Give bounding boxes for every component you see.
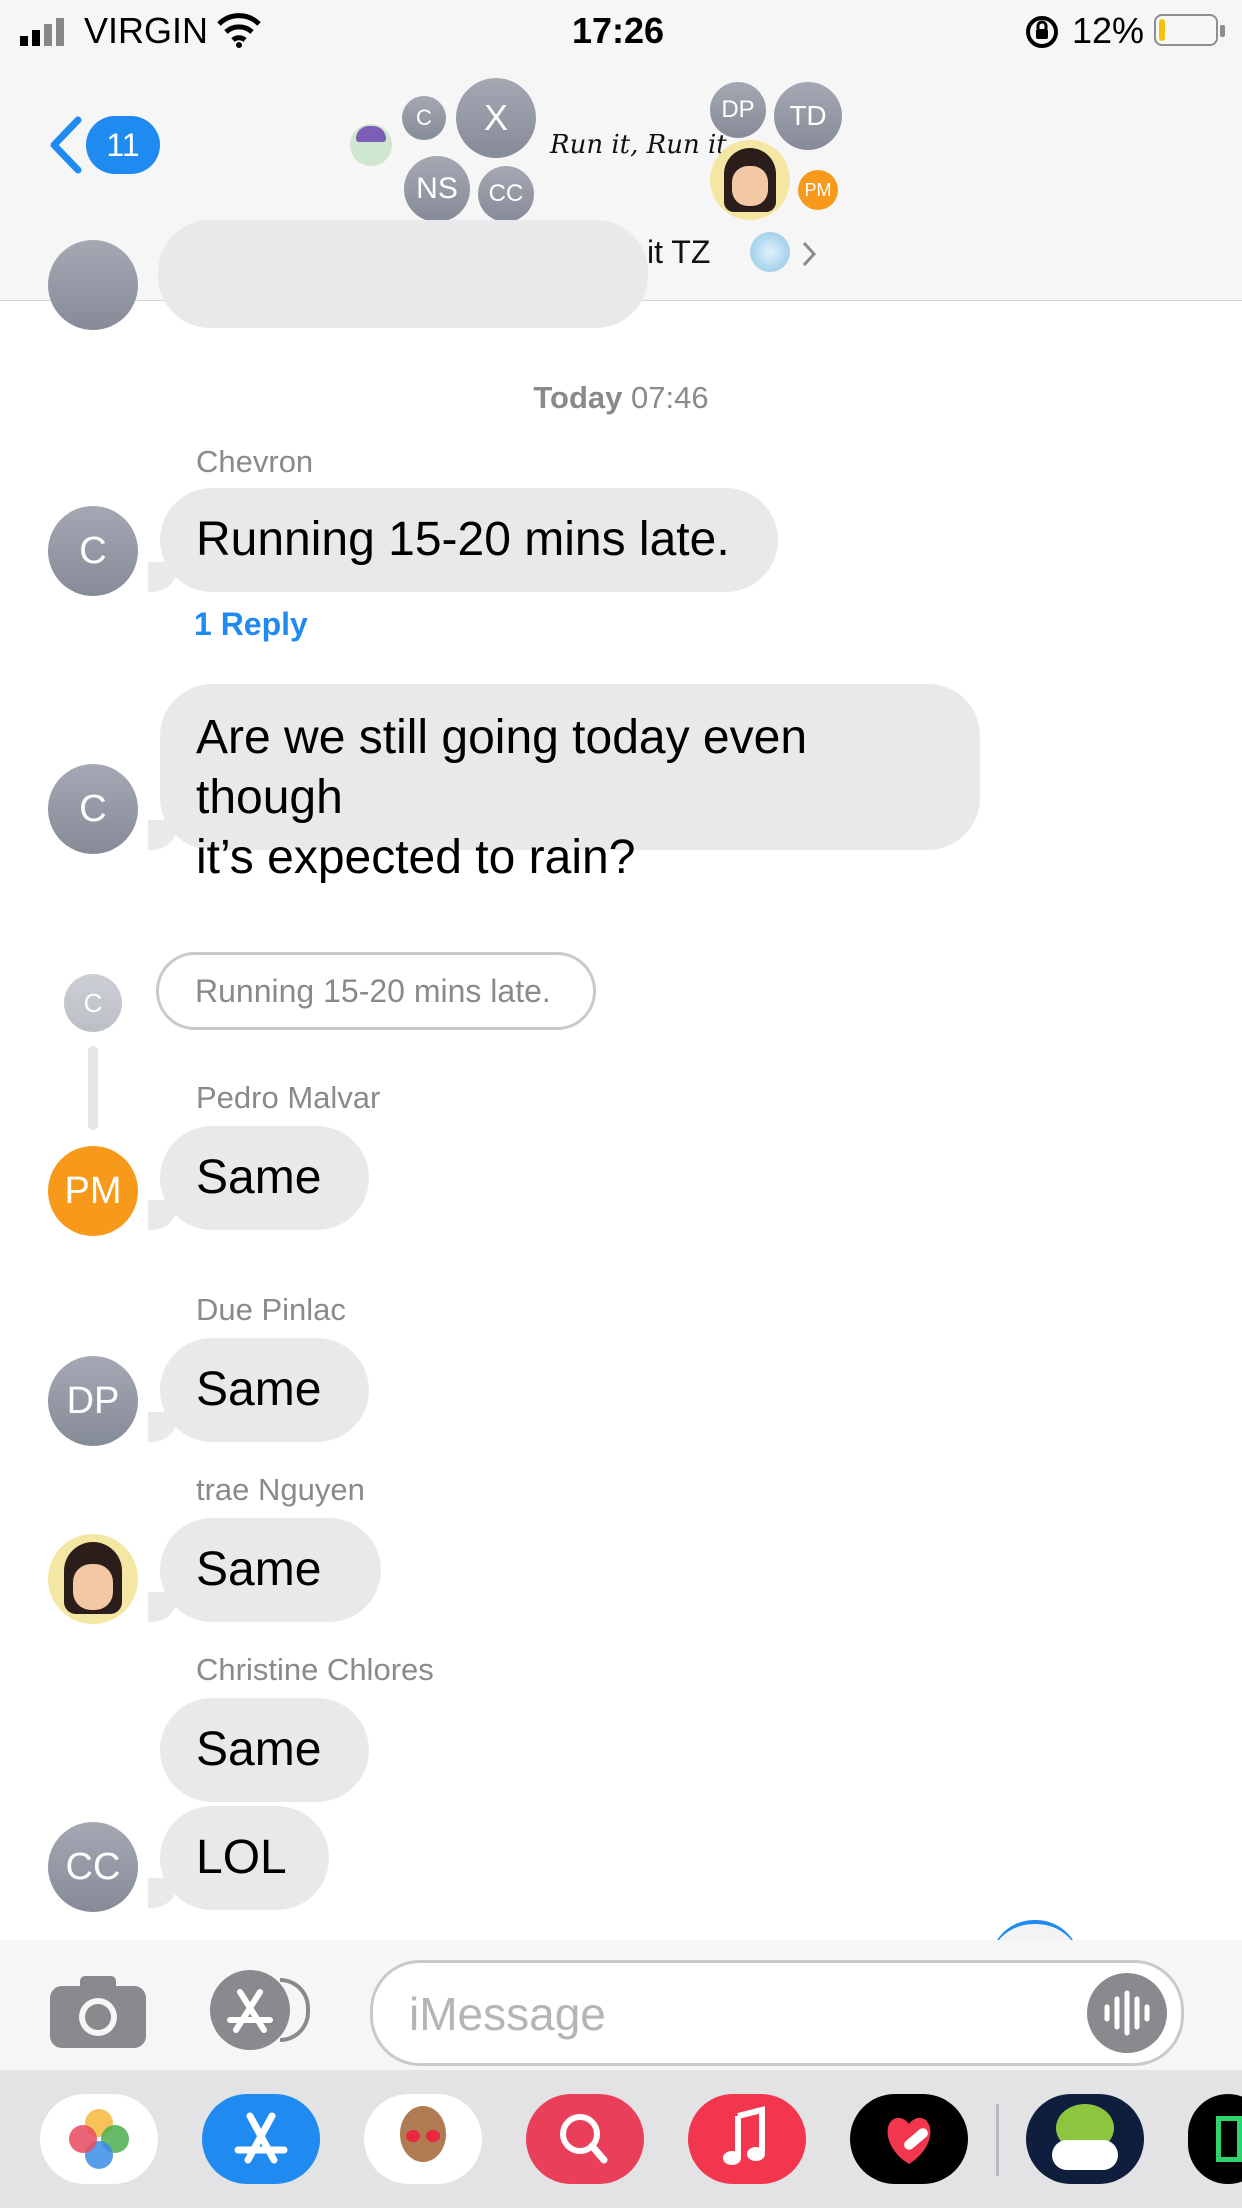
memoji-avatar-large (710, 140, 790, 220)
back-button[interactable]: 11 (46, 110, 166, 180)
heart-app-icon[interactable] (850, 2094, 968, 2184)
reply-link[interactable]: 1 Reply (194, 606, 308, 643)
avatar-pm[interactable]: PM (48, 1146, 138, 1236)
message-input[interactable]: iMessage (370, 1960, 1184, 2066)
avatar-c[interactable]: C (48, 506, 138, 596)
group-avatar-cluster[interactable]: C X NS CC Run it, Run it DP TD PM (350, 70, 850, 226)
timestamp-day: Today (533, 380, 623, 415)
camera-button[interactable] (50, 1974, 146, 2048)
app-store-app-icon[interactable] (202, 2094, 320, 2184)
camera-icon (50, 1976, 146, 2048)
battery-percent: 12% (1072, 10, 1145, 51)
message-text: Same (196, 1363, 322, 1416)
carrier-name: VIRGIN (84, 10, 209, 51)
timestamp: Today 07:46 (0, 380, 1242, 416)
message-bubble[interactable]: Same (160, 1338, 370, 1442)
imessage-app-drawer (0, 2070, 1242, 2208)
avatar-cc-small: CC (478, 166, 534, 222)
cyclist-helmet-icon (356, 126, 386, 142)
rotation-lock-icon (1024, 14, 1060, 55)
message-bubble[interactable]: Same (160, 1518, 382, 1622)
avatar-c-small: C (402, 96, 446, 140)
status-bar: VIRGIN 17:26 12% (0, 0, 1242, 66)
thread-line (88, 1046, 98, 1130)
wind-emoji-icon-2 (750, 232, 790, 272)
message-bubble[interactable]: Same (160, 1698, 370, 1802)
avatar-dp[interactable]: DP (48, 1356, 138, 1446)
avatar-c-2[interactable]: C (48, 764, 138, 854)
message-bubble[interactable]: Same (160, 1126, 370, 1230)
audio-message-button[interactable] (1087, 1973, 1167, 2053)
avatar-pm-small: PM (798, 170, 838, 210)
timestamp-time: 07:46 (631, 380, 709, 415)
quoted-bubble[interactable]: Running 15-20 mins late. (156, 952, 596, 1030)
group-logo-text: Run it, Run it (550, 130, 727, 160)
message-text: LOL (196, 1831, 287, 1884)
waveform-icon (1104, 1990, 1150, 2036)
photos-app-icon[interactable] (40, 2094, 158, 2184)
app-store-icon (210, 1970, 290, 2050)
message-thread: Today 07:46 Chevron C Running 15-20 mins… (0, 220, 1242, 1964)
sender-name: Pedro Malvar (196, 1080, 381, 1115)
wifi-icon (216, 12, 262, 53)
memoji-stickers-icon[interactable] (364, 2094, 482, 2184)
message-bubble[interactable]: Running 15-20 mins late. (160, 488, 778, 592)
unread-badge: 11 (86, 116, 160, 174)
message-text: Same (196, 1723, 322, 1776)
sender-name: Chevron (196, 444, 314, 479)
partial-bubble (158, 220, 648, 328)
sender-name: Due Pinlac (196, 1292, 346, 1327)
sender-name: Christine Chlores (196, 1652, 434, 1687)
message-input-placeholder: iMessage (409, 1988, 606, 2040)
apps-button[interactable] (210, 1970, 316, 2050)
quoted-text: Running 15-20 mins late. (195, 973, 551, 1009)
message-bubble[interactable]: LOL (160, 1806, 329, 1910)
message-text: Same (196, 1151, 322, 1204)
avatar-cc[interactable]: CC (48, 1822, 138, 1912)
avatar-td: TD (774, 82, 842, 150)
game-app-icon[interactable] (1026, 2094, 1144, 2184)
battery-icon (1154, 14, 1226, 48)
message-text: Same (196, 1543, 322, 1596)
message-bubble[interactable]: Are we still going today even though it’… (160, 684, 980, 884)
web-search-app-icon[interactable] (526, 2094, 644, 2184)
clock: 17:26 (572, 10, 665, 51)
chevron-right-icon (802, 241, 817, 267)
message-text-line1: Are we still going today even though (196, 711, 808, 824)
chevron-left-icon (50, 116, 82, 174)
partial-app-icon[interactable] (1188, 2094, 1242, 2184)
partial-avatar (48, 240, 138, 330)
memoji-avatar[interactable] (48, 1534, 138, 1624)
message-text-line2: it’s expected to rain? (196, 831, 636, 884)
signal-icon (20, 16, 70, 46)
avatar-x: X (456, 78, 536, 158)
message-text: Running 15-20 mins late. (196, 513, 730, 566)
dock-divider (996, 2104, 999, 2176)
music-app-icon[interactable] (688, 2094, 806, 2184)
avatar-ns: NS (404, 156, 470, 222)
sender-name: trae Nguyen (196, 1472, 365, 1507)
avatar-dp-small: DP (710, 82, 766, 138)
compose-bar: iMessage (0, 1940, 1242, 2070)
quoted-avatar: C (64, 974, 122, 1032)
